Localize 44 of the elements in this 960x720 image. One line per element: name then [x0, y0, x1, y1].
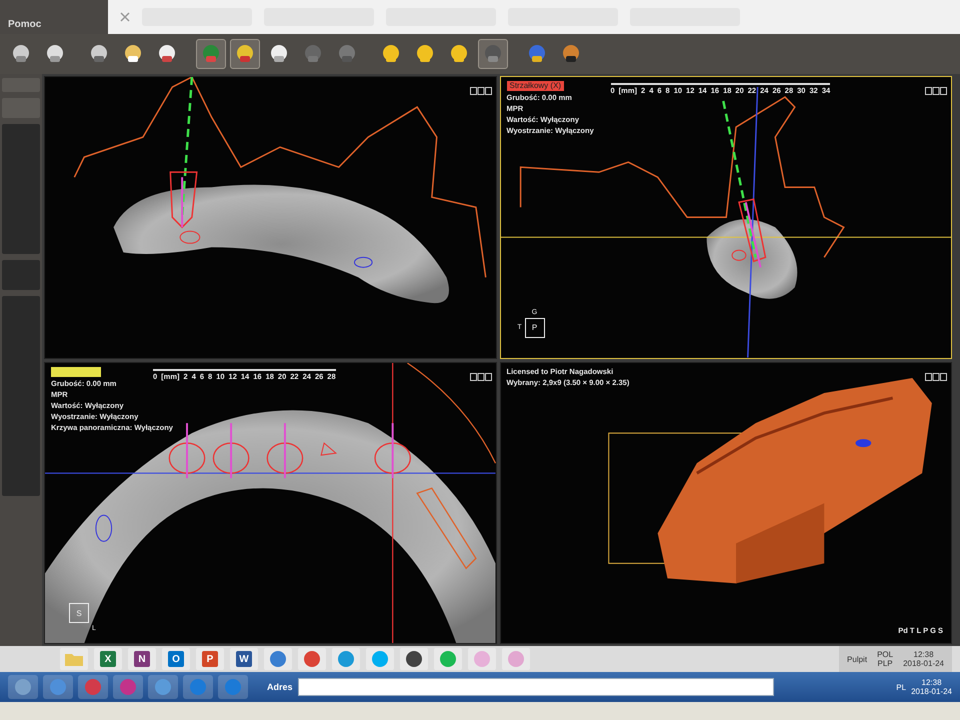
app-icon[interactable]: P	[196, 648, 224, 670]
tool-icon	[122, 43, 144, 65]
layout-icon[interactable]	[470, 87, 492, 95]
folder-icon[interactable]	[65, 652, 83, 666]
tool-icon	[336, 43, 358, 65]
close-icon[interactable]	[120, 12, 130, 22]
tool-icon	[44, 43, 66, 65]
tool-icon	[10, 43, 32, 65]
tool-icon	[560, 43, 582, 65]
app-icon[interactable]: N	[128, 648, 156, 670]
clock-time: 12:38	[914, 650, 934, 659]
app-icon[interactable]	[270, 651, 286, 667]
menu-item[interactable]: Pomoc	[8, 19, 42, 30]
tool-icon	[302, 43, 324, 65]
clock-time: 12:38	[922, 678, 942, 687]
tool-icon	[268, 43, 290, 65]
app-icon[interactable]: O	[162, 648, 190, 670]
tool-icon	[448, 43, 470, 65]
toolbar-label[interactable]: Pulpit	[847, 654, 868, 664]
language-indicator[interactable]: PLP	[878, 659, 893, 668]
language-indicator[interactable]: POL	[877, 650, 894, 659]
layout-icon[interactable]	[925, 372, 947, 380]
language-indicator[interactable]: PL	[896, 682, 906, 692]
tool-icon	[200, 43, 222, 65]
app-icon[interactable]: X	[94, 648, 122, 670]
app-icon[interactable]	[304, 651, 320, 667]
orientation-cube: P	[524, 318, 544, 338]
tool-icon	[526, 43, 548, 65]
tool-icon	[414, 43, 436, 65]
tool-icon	[88, 43, 110, 65]
app-icon[interactable]: W	[230, 648, 258, 670]
layout-icon[interactable]	[925, 87, 947, 95]
orientation-cube: S	[69, 603, 89, 623]
tool-icon	[380, 43, 402, 65]
address-field[interactable]	[298, 678, 774, 696]
clock-date: 2018-01-24	[903, 659, 944, 668]
tool-icon	[156, 43, 178, 65]
address-label: Adres	[267, 682, 293, 692]
layout-icon[interactable]	[470, 372, 492, 380]
tool-icon	[234, 43, 256, 65]
clock-date: 2018-01-24	[911, 687, 952, 696]
tool-icon	[482, 43, 504, 65]
app-icon[interactable]	[406, 651, 422, 667]
view-label: Strzałkowy (X)	[506, 81, 564, 91]
